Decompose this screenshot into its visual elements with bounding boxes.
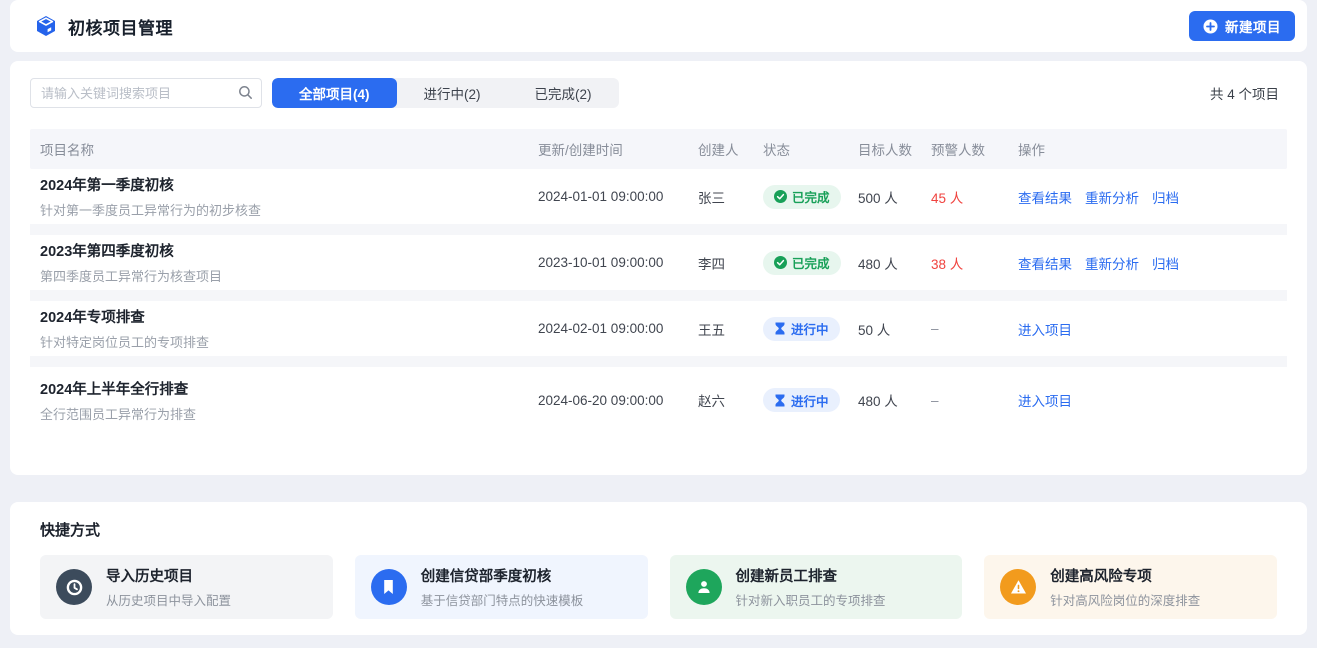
table-header: 项目名称 更新/创建时间 创建人 状态 目标人数 预警人数 操作 [30, 129, 1287, 169]
project-time: 2024-02-01 09:00:00 [538, 321, 698, 336]
search-input[interactable] [30, 78, 262, 108]
shortcut-title: 创建信贷部季度初核 [421, 565, 584, 586]
tab-all-projects[interactable]: 全部项目(4) [272, 78, 397, 108]
plus-circle-icon [1203, 19, 1218, 34]
status-label: 进行中 [791, 391, 829, 410]
warning-count: 45 人 [931, 187, 1018, 207]
project-creator: 王五 [698, 319, 763, 339]
status-badge: 已完成 [763, 251, 841, 275]
table-row[interactable]: 2024年上半年全行排查 全行范围员工异常行为排查 2024-06-20 09:… [30, 367, 1287, 433]
project-subtitle: 全行范围员工异常行为排查 [40, 404, 538, 423]
action-enter-project[interactable]: 进入项目 [1018, 319, 1072, 339]
col-warning-count: 预警人数 [931, 139, 1018, 159]
target-count: 500 人 [858, 187, 931, 207]
shortcut-title: 创建新员工排查 [736, 565, 886, 586]
shortcut-high-risk-special[interactable]: 创建高风险专项 针对高风险岗位的深度排查 [984, 555, 1277, 619]
project-subtitle: 第四季度员工异常行为核查项目 [40, 266, 538, 285]
col-target-count: 目标人数 [858, 139, 931, 159]
check-circle-icon [774, 256, 787, 269]
shortcut-subtitle: 针对新入职员工的专项排查 [736, 590, 886, 609]
project-title: 2024年专项排查 [40, 306, 538, 327]
check-circle-icon [774, 190, 787, 203]
action-archive[interactable]: 归档 [1152, 187, 1179, 207]
new-project-label: 新建项目 [1225, 16, 1281, 36]
page: 初核项目管理 新建项目 [0, 0, 1317, 635]
project-title: 2024年第一季度初核 [40, 174, 538, 195]
project-title: 2024年上半年全行排查 [40, 378, 538, 399]
warning-count: – [931, 321, 1018, 336]
target-count: 50 人 [858, 319, 931, 339]
status-badge: 已完成 [763, 185, 841, 209]
project-time: 2024-01-01 09:00:00 [538, 189, 698, 204]
shortcut-subtitle: 针对高风险岗位的深度排查 [1050, 590, 1200, 609]
clock-icon [56, 569, 92, 605]
shortcut-title: 导入历史项目 [106, 565, 231, 586]
shortcut-import-history[interactable]: 导入历史项目 从历史项目中导入配置 [40, 555, 333, 619]
project-list-panel: 全部项目(4) 进行中(2) 已完成(2) 共 4 个项目 项目名称 更新/创建… [10, 61, 1307, 475]
action-enter-project[interactable]: 进入项目 [1018, 390, 1072, 410]
shortcut-credit-dept-review[interactable]: 创建信贷部季度初核 基于信贷部门特点的快速模板 [355, 555, 648, 619]
status-label: 已完成 [792, 187, 830, 206]
total-count: 共 4 个项目 [1210, 83, 1287, 103]
status-label: 进行中 [791, 319, 829, 338]
shortcut-title: 创建高风险专项 [1050, 565, 1200, 586]
bookmark-icon [371, 569, 407, 605]
hourglass-icon [774, 322, 786, 335]
page-title: 初核项目管理 [68, 14, 173, 39]
toolbar: 全部项目(4) 进行中(2) 已完成(2) 共 4 个项目 [30, 77, 1287, 109]
warning-count: 38 人 [931, 253, 1018, 273]
status-badge: 进行中 [763, 388, 840, 412]
col-status: 状态 [763, 139, 858, 159]
action-archive[interactable]: 归档 [1152, 253, 1179, 273]
table-row[interactable]: 2023年第四季度初核 第四季度员工异常行为核查项目 2023-10-01 09… [30, 235, 1287, 301]
target-count: 480 人 [858, 390, 931, 410]
header-bar: 初核项目管理 新建项目 [10, 0, 1307, 52]
project-creator: 李四 [698, 253, 763, 273]
project-creator: 赵六 [698, 390, 763, 410]
search-box [30, 78, 262, 108]
project-subtitle: 针对第一季度员工异常行为的初步核查 [40, 200, 538, 219]
action-view-results[interactable]: 查看结果 [1018, 253, 1072, 273]
action-view-results[interactable]: 查看结果 [1018, 187, 1072, 207]
shortcuts-panel: 快捷方式 导入历史项目 从历史项目中导入配置 [10, 502, 1307, 635]
project-creator: 张三 [698, 187, 763, 207]
search-icon[interactable] [238, 85, 253, 105]
col-creator: 创建人 [698, 139, 763, 159]
tab-in-progress[interactable]: 进行中(2) [397, 78, 508, 108]
shortcuts-title: 快捷方式 [40, 519, 1277, 540]
col-update-time: 更新/创建时间 [538, 139, 698, 159]
table-row[interactable]: 2024年第一季度初核 针对第一季度员工异常行为的初步核查 2024-01-01… [30, 169, 1287, 235]
shortcut-subtitle: 从历史项目中导入配置 [106, 590, 231, 609]
project-title: 2023年第四季度初核 [40, 240, 538, 261]
filter-tabs: 全部项目(4) 进行中(2) 已完成(2) [272, 78, 619, 108]
project-time: 2024-06-20 09:00:00 [538, 393, 698, 408]
status-label: 已完成 [792, 253, 830, 272]
status-badge: 进行中 [763, 317, 840, 341]
shortcuts-grid: 导入历史项目 从历史项目中导入配置 创建信贷部季度初核 基于信贷部门特点的快速模… [40, 555, 1277, 619]
tab-completed[interactable]: 已完成(2) [508, 78, 619, 108]
warning-icon [1000, 569, 1036, 605]
col-actions: 操作 [1018, 139, 1287, 159]
project-time: 2023-10-01 09:00:00 [538, 255, 698, 270]
action-reanalyze[interactable]: 重新分析 [1085, 253, 1139, 273]
col-project-name: 项目名称 [30, 139, 538, 159]
hourglass-icon [774, 394, 786, 407]
cube-icon [34, 14, 58, 38]
shortcut-subtitle: 基于信贷部门特点的快速模板 [421, 590, 584, 609]
new-project-button[interactable]: 新建项目 [1189, 11, 1295, 41]
shortcut-new-employee-screening[interactable]: 创建新员工排查 针对新入职员工的专项排查 [670, 555, 963, 619]
warning-count: – [931, 393, 1018, 408]
project-subtitle: 针对特定岗位员工的专项排查 [40, 332, 538, 351]
target-count: 480 人 [858, 253, 931, 273]
user-icon [686, 569, 722, 605]
table-row[interactable]: 2024年专项排查 针对特定岗位员工的专项排查 2024-02-01 09:00… [30, 301, 1287, 367]
action-reanalyze[interactable]: 重新分析 [1085, 187, 1139, 207]
